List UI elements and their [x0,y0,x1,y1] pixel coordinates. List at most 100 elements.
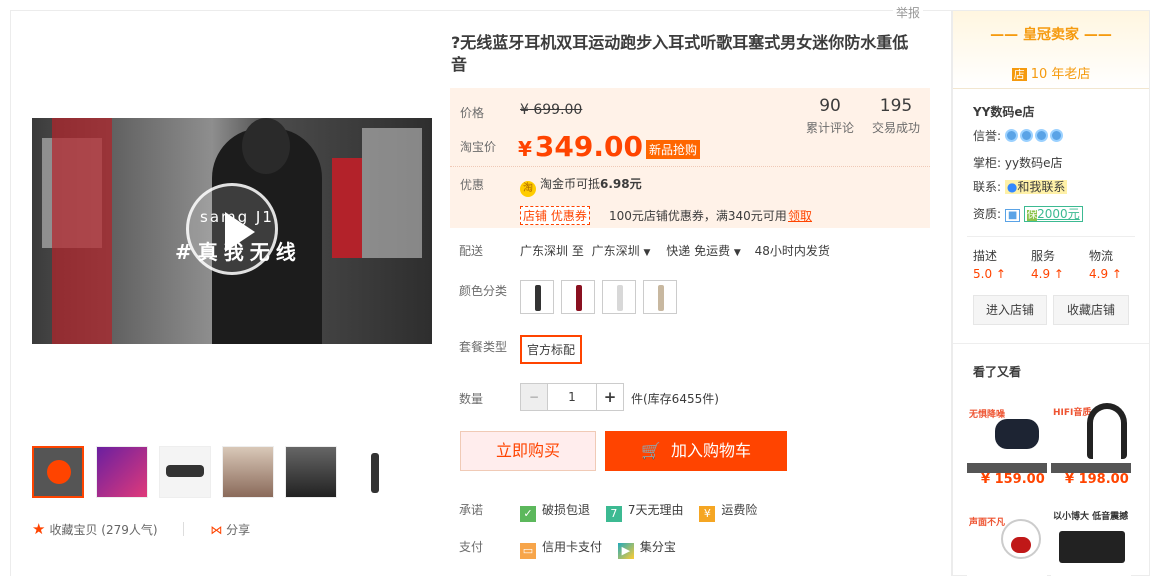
new-product-badge: 新品抢购 [646,140,701,159]
thumbnail-video[interactable] [32,446,84,498]
promise-list: ✓ 破损包退 7 7天无理由 ¥ 运费险 [520,501,757,522]
crown-seller-title: —— 皇冠卖家 —— [990,27,1112,43]
claim-coupon-link[interactable]: 领取 [788,207,812,224]
package-label: 套餐类型 [459,340,508,354]
divider [450,166,930,167]
thumbnail-image[interactable] [285,446,337,498]
freight-insurance-icon: ¥ [699,506,716,522]
contact-row: 联系: ●和我联系 [973,180,1068,194]
caret-down-icon: ▼ [733,248,741,258]
taobao-price-label: 淘宝价 [460,140,497,154]
rating-description: 描述 5.0 ↑ [973,249,1006,281]
credit-card-icon: ▭ [520,543,536,559]
original-price: ¥ 699.00 [520,102,583,118]
product-title: ?无线蓝牙耳机双耳运动跑步入耳式听歌耳塞式男女迷你防水重低音 [451,33,909,74]
quantity-minus-button[interactable]: − [521,384,547,410]
shop-coupon-badge: 店铺 优惠券 [520,206,590,225]
quantity-input[interactable]: 1 [547,384,597,410]
payment-list: ▭ 信用卡支付 ▶ 集分宝 [520,538,676,559]
quantity-stepper: − 1 + [520,383,624,411]
id-card-icon: ■ [1004,209,1021,222]
color-swatch-white[interactable] [602,280,636,314]
coupon-description: 100元店铺优惠券，满340元可用 [609,209,787,223]
caret-down-icon: ▼ [643,248,651,258]
seller-badge-area: —— 皇冠卖家 —— 店 10 年老店 [953,11,1149,89]
divider [967,236,1135,237]
rating-logistics: 物流 4.9 ↑ [1089,249,1122,281]
add-to-cart-button[interactable]: 🛒 加入购物车 [605,431,787,471]
coin-offer: 淘淘金币可抵6.98元 [520,175,642,197]
favorite-share-bar: ★ 收藏宝贝 (279人气) ⋈ 分享 [32,520,250,538]
enter-shop-button[interactable]: 进入店铺 [973,295,1047,325]
thumbnail-image[interactable] [96,446,148,498]
recommend-item[interactable]: 无惧降噪 [967,387,1047,473]
thumbnail-image[interactable] [348,446,400,498]
promise-label: 承诺 [459,503,484,517]
share-link[interactable]: 分享 [226,523,250,537]
divider [953,343,1149,344]
red-wall [52,118,112,344]
play-icon [47,460,71,484]
video-person-head [242,118,290,174]
price-label: 价格 [460,106,485,120]
deposit-badge[interactable]: 保2000元 [1024,206,1083,222]
seller-sidebar: —— 皇冠卖家 —— 店 10 年老店 YY数码e店 信誉: 掌柜: yy数码e… [952,10,1150,576]
promo-label: 优惠 [460,178,485,192]
favorite-shop-button[interactable]: 收藏店铺 [1053,295,1129,325]
arrow-up-icon: ↑ [995,267,1006,281]
shipping-details: 广东深圳 至 广东深圳 ▼ 快递 免运费 ▼ 48小时内发货 [520,242,830,259]
shipping-row: 配送 [459,244,484,258]
ship-method-select[interactable]: 快递 免运费 ▼ [666,244,741,258]
ship-from: 广东深圳 至 [520,244,584,258]
favorite-count: (279人气) [101,523,158,537]
recommend-price: ¥ 159.00 [981,472,1045,487]
product-video[interactable]: samg J1 #真我无线 [32,118,432,344]
stock-count: 件(库存6455件) [631,392,719,406]
taobao-coin-icon: 淘 [520,181,536,197]
package-option[interactable]: 官方标配 [520,335,583,364]
favorite-label[interactable]: 收藏宝贝 [49,523,97,537]
qualification-row: 资质: ■ 保2000元 [973,205,1083,222]
chat-icon: ● [1006,180,1018,194]
price-box: 价格 ¥ 699.00 淘宝价 ¥349.00 新品抢购 90 累计评论 195 交… [450,88,930,228]
thumbnail-image[interactable] [159,446,211,498]
quantity-label: 数量 [459,392,484,406]
shop-icon: 店 [1011,68,1027,81]
diamond-icon [1004,129,1018,142]
shop-years: 店 10 年老店 [1011,67,1091,82]
report-link[interactable]: 举报 [893,4,924,21]
diamond-icon [1019,129,1033,142]
rating-service: 服务 4.9 ↑ [1031,249,1064,281]
jifenbao-icon: ▶ [617,543,634,559]
payment-label: 支付 [459,540,484,554]
arrow-up-icon: ↑ [1111,267,1122,281]
play-icon[interactable] [186,183,278,275]
thumbnail-image[interactable] [222,446,274,498]
arrow-up-icon: ↑ [1053,267,1064,281]
color-swatch-red[interactable] [561,280,595,314]
diamond-icon [1034,129,1048,142]
color-swatch-gold[interactable] [643,280,677,314]
quantity-plus-button[interactable]: + [597,384,623,410]
buy-now-button[interactable]: 立即购买 [460,431,596,471]
recommend-title: 看了又看 [973,365,1022,379]
review-counter[interactable]: 90 累计评论 [806,96,854,136]
share-icon: ⋈ [210,523,223,537]
red-wall [332,158,362,258]
color-swatch-black[interactable] [520,280,554,314]
sales-counter: 195 交易成功 [872,96,921,135]
recommend-item[interactable]: 声面不凡 [967,495,1047,576]
current-price: ¥349.00 [518,130,643,163]
shop-name[interactable]: YY数码e店 [973,103,1035,120]
divider [183,522,185,536]
star-icon: ★ [32,520,46,538]
contact-seller-link[interactable]: ●和我联系 [1004,180,1068,194]
recommend-item[interactable]: HIFI音质 [1051,387,1131,473]
cart-icon: 🛒 [641,441,661,460]
credit-row: 信誉: [973,127,1065,144]
ship-to-select[interactable]: 广东深圳 ▼ [592,244,651,258]
recommend-price: ¥ 198.00 [1065,472,1129,487]
recommend-item[interactable]: 以小博大 低音震撼 [1051,495,1131,576]
damage-return-icon: ✓ [520,506,536,522]
dispatch-time: 48小时内发货 [754,244,830,258]
